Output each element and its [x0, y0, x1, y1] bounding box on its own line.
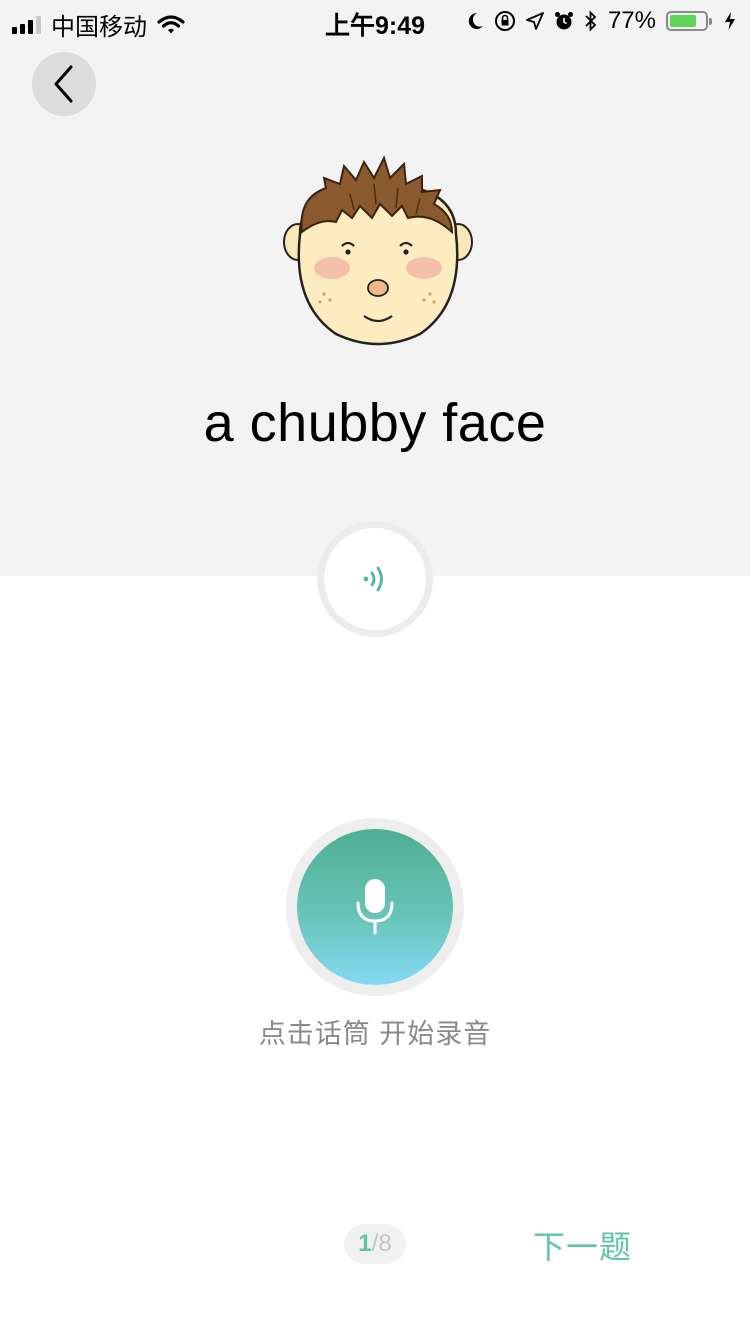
- charging-icon: [725, 12, 735, 30]
- alarm-icon: [554, 12, 573, 30]
- chevron-left-icon: [54, 65, 73, 103]
- battery-percent: 77%: [607, 7, 656, 34]
- progress-current: 1: [358, 1230, 372, 1257]
- sound-wave-icon: [363, 566, 383, 592]
- back-button[interactable]: [32, 52, 96, 116]
- moon-icon: [468, 12, 483, 29]
- progress-separator: /: [371, 1230, 379, 1257]
- location-icon: [526, 12, 544, 30]
- status-bar: 中国移动 上午9:49 77%: [0, 0, 750, 41]
- battery-icon: [666, 11, 712, 31]
- next-question-button[interactable]: 下一题: [533, 1222, 632, 1268]
- bluetooth-icon: [585, 10, 597, 32]
- record-button[interactable]: [286, 818, 464, 996]
- microphone-icon: [356, 879, 394, 935]
- play-audio-button[interactable]: [317, 521, 433, 637]
- progress-total: 8: [378, 1230, 392, 1257]
- record-hint: 点击话筒 开始录音: [258, 1019, 492, 1049]
- progress-indicator: 1/8: [344, 1224, 406, 1264]
- rotation-lock-icon: [494, 11, 515, 31]
- phrase-text: a chubby face: [203, 393, 547, 453]
- chubby-face-illustration: [283, 155, 473, 346]
